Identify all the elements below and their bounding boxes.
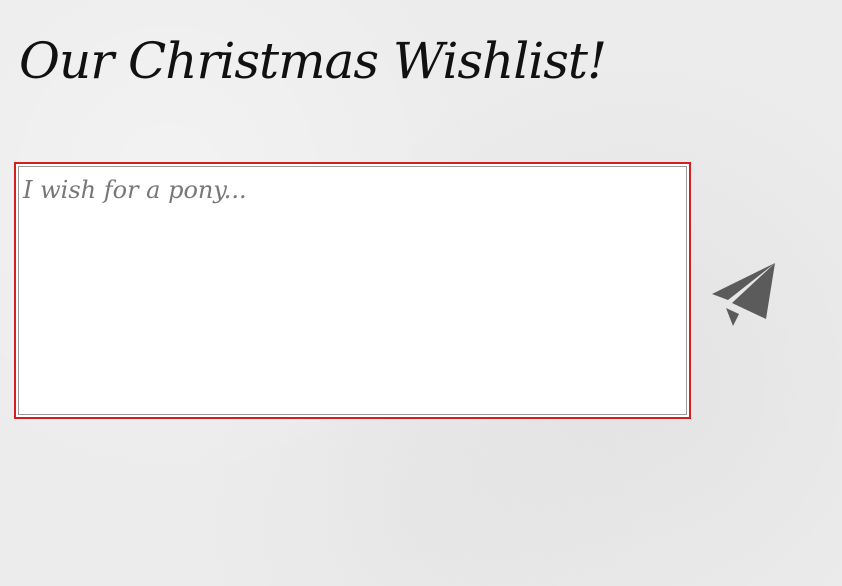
page-title: Our Christmas Wishlist! xyxy=(19,32,607,90)
wish-textarea[interactable] xyxy=(18,166,687,415)
wish-input-frame xyxy=(14,162,691,419)
paper-plane-icon xyxy=(712,263,775,326)
send-wish-button[interactable] xyxy=(708,260,780,330)
